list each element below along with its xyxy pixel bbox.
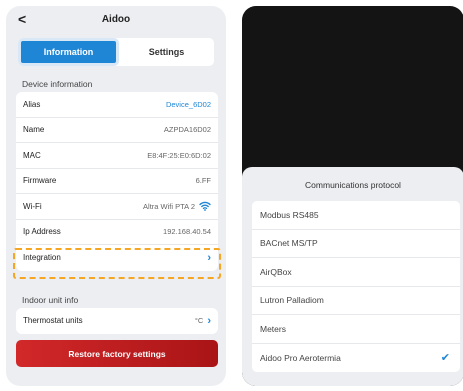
ip-address-value: 192.168.40.54 xyxy=(163,227,211,237)
option-lutron-palladiom[interactable]: Lutron Palladiom xyxy=(252,287,460,315)
wifi-icon xyxy=(199,201,211,212)
row-mac: MAC E8:4F:25:E0:6D:02 xyxy=(16,143,218,169)
row-label: Ip Address xyxy=(23,227,61,237)
row-label: Thermostat units xyxy=(23,316,83,326)
tab-settings[interactable]: Settings xyxy=(119,38,214,66)
row-firmware: Firmware 6.FF xyxy=(16,169,218,194)
page-title: Aidoo xyxy=(101,14,131,25)
option-label: BACnet MS/TP xyxy=(260,238,318,249)
device-info-screen: < Aidoo Information Settings Device info… xyxy=(6,6,226,386)
tab-bar: Information Settings xyxy=(18,38,214,66)
indoor-unit-card: Thermostat units °C › xyxy=(16,308,218,334)
indoor-unit-heading: Indoor unit info xyxy=(22,295,79,305)
option-aidoo-pro-aerotermia[interactable]: Aidoo Pro Aerotermia ✔ xyxy=(252,344,460,373)
option-label: Lutron Palladiom xyxy=(260,295,324,306)
option-airqbox[interactable]: AirQBox xyxy=(252,258,460,287)
row-label: Alias xyxy=(23,99,41,109)
option-label: Meters xyxy=(260,323,286,334)
row-label: Wi-Fi xyxy=(23,201,42,211)
row-integration[interactable]: Integration › xyxy=(16,245,218,271)
option-meters[interactable]: Meters xyxy=(252,315,460,344)
wifi-network-name: Altra Wifi PTA 2 xyxy=(143,201,195,211)
row-thermostat-units[interactable]: Thermostat units °C › xyxy=(16,308,218,334)
row-label: Integration xyxy=(23,253,61,263)
row-label: MAC xyxy=(23,150,41,160)
chevron-right-icon: › xyxy=(207,251,211,264)
name-value: AZPDA16D02 xyxy=(163,125,211,135)
thermostat-units-value: °C xyxy=(194,316,204,326)
thermostat-units-value-group: °C › xyxy=(195,315,211,327)
row-name: Name AZPDA16D02 xyxy=(16,118,218,143)
row-label: Name xyxy=(23,125,45,135)
option-modbus-rs485[interactable]: Modbus RS485 xyxy=(252,201,460,230)
option-bacnet-mstp[interactable]: BACnet MS/TP xyxy=(252,230,460,258)
tab-information[interactable]: Information xyxy=(18,38,119,66)
screenshot: < Aidoo Information Settings Device info… xyxy=(0,0,463,391)
protocol-picker-screen: Communications protocol Modbus RS485 BAC… xyxy=(242,6,463,386)
row-ip-address: Ip Address 192.168.40.54 xyxy=(16,220,218,245)
alias-value[interactable]: Device_6D02 xyxy=(166,100,211,109)
chevron-right-icon: › xyxy=(207,314,211,327)
device-information-card: Alias Device_6D02 Name AZPDA16D02 MAC E8… xyxy=(16,92,218,271)
device-information-heading: Device information xyxy=(22,79,93,89)
row-alias[interactable]: Alias Device_6D02 xyxy=(16,92,218,118)
mac-value: E8:4F:25:E0:6D:02 xyxy=(147,150,211,160)
bottom-sheet: Communications protocol Modbus RS485 BAC… xyxy=(242,167,463,386)
restore-factory-settings-button[interactable]: Restore factory settings xyxy=(16,340,218,367)
sheet-title: Communications protocol xyxy=(305,180,401,190)
checkmark-icon: ✔ xyxy=(440,352,450,365)
option-label: Aidoo Pro Aerotermia xyxy=(260,352,341,363)
firmware-value: 6.FF xyxy=(195,176,211,186)
option-label: AirQBox xyxy=(260,266,292,277)
row-wifi[interactable]: Wi-Fi Altra Wifi PTA 2 xyxy=(16,194,218,220)
wifi-value-group: Altra Wifi PTA 2 xyxy=(143,201,211,212)
row-label: Firmware xyxy=(23,176,57,186)
header: < Aidoo xyxy=(6,6,226,32)
protocol-options-list: Modbus RS485 BACnet MS/TP AirQBox Lutron… xyxy=(252,201,460,372)
option-label: Modbus RS485 xyxy=(260,209,319,220)
